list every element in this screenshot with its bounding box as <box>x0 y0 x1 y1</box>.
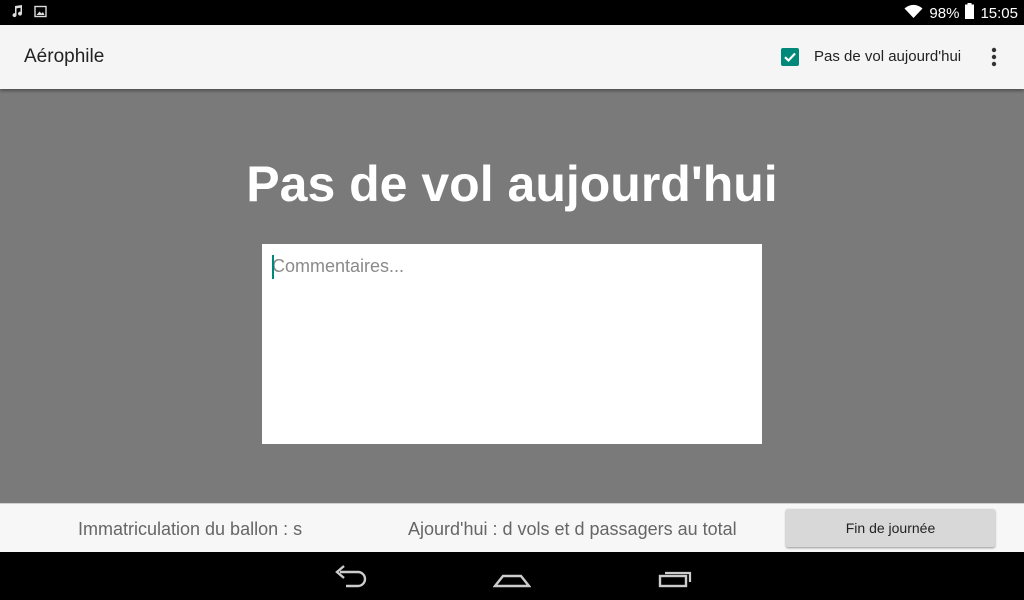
music-notification-icon <box>10 4 24 22</box>
comment-textarea[interactable] <box>262 244 762 444</box>
app-bar: Aérophile Pas de vol aujourd'hui <box>0 25 1024 89</box>
text-cursor <box>272 255 274 279</box>
main-content: Pas de vol aujourd'hui <box>0 89 1024 503</box>
app-title: Aérophile <box>24 46 105 67</box>
battery-icon <box>965 3 975 23</box>
daily-summary-label: Ajourd'hui : d vols et d passagers au to… <box>408 519 737 539</box>
clock: 15:05 <box>980 4 1018 22</box>
recents-icon[interactable] <box>657 562 693 595</box>
battery-percent: 98% <box>929 4 960 22</box>
navigation-bar <box>0 552 1024 600</box>
home-icon[interactable] <box>492 562 532 595</box>
bottom-bar: Immatriculation du ballon : s Ajourd'hui… <box>0 503 1024 552</box>
page-heading: Pas de vol aujourd'hui <box>246 156 778 212</box>
checkmark-icon <box>784 52 796 63</box>
back-icon[interactable] <box>332 562 368 595</box>
more-vert-icon[interactable] <box>984 46 1004 68</box>
balloon-registration-label: Immatriculation du ballon : s <box>78 519 303 539</box>
image-notification-icon <box>34 5 47 22</box>
no-flight-checkbox-label[interactable]: Pas de vol aujourd'hui <box>814 48 961 65</box>
status-bar: 98% 15:05 <box>0 0 1024 25</box>
notification-icons <box>10 4 47 22</box>
wifi-icon <box>904 4 923 23</box>
system-icons: 98% 15:05 <box>904 3 1018 23</box>
end-of-day-button[interactable]: Fin de journée <box>786 509 995 547</box>
no-flight-checkbox[interactable] <box>781 48 799 66</box>
